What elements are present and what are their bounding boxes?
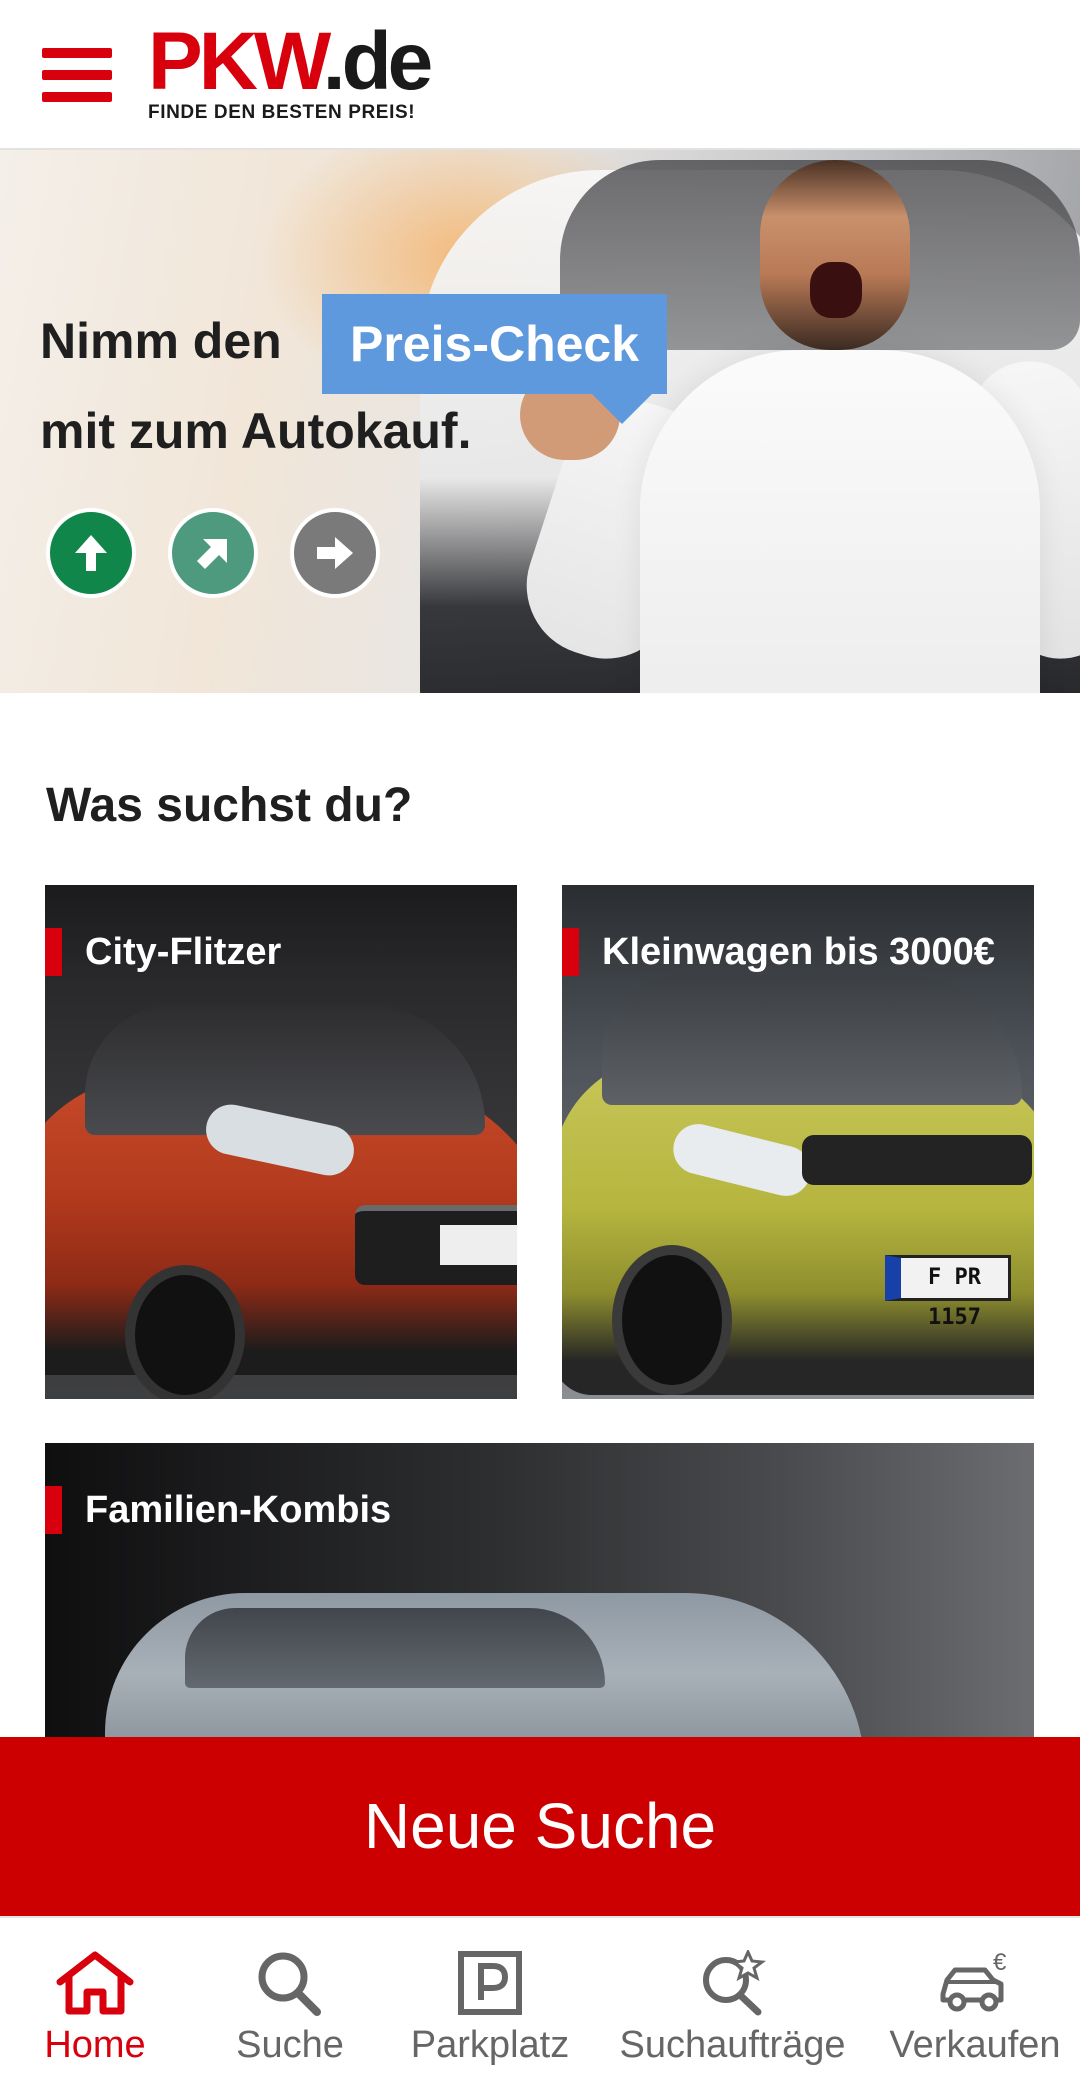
menu-bar	[42, 70, 112, 80]
car-windshield	[602, 975, 1022, 1105]
car-plate	[440, 1225, 517, 1265]
badge-speech-tail	[592, 394, 652, 424]
app-header: PKW.de FINDE DEN BESTEN PREIS!	[0, 0, 1080, 150]
pkw-logo[interactable]: PKW.de FINDE DEN BESTEN PREIS!	[148, 21, 433, 124]
category-card-familien-kombis[interactable]: Familien-Kombis	[45, 1443, 1034, 1737]
hero-banner[interactable]: Nimm den Preis-Check mit zum Autokauf.	[0, 150, 1080, 693]
nav-label: Suche	[236, 2024, 344, 2066]
car-wheel	[125, 1265, 245, 1399]
category-label: Familien-Kombis	[85, 1489, 392, 1531]
nav-label: Verkaufen	[889, 2024, 1061, 2066]
card-accent-bar	[562, 928, 579, 976]
menu-bar	[42, 92, 112, 102]
menu-bar	[42, 48, 112, 58]
section-title: Was suchst du?	[46, 779, 413, 832]
home-icon	[56, 1951, 134, 2015]
hero-person-mouth	[810, 262, 862, 318]
nav-label: Suchaufträge	[619, 2024, 846, 2066]
saved-search-star-icon	[702, 1950, 766, 2016]
logo-wordmark: PKW.de	[148, 21, 433, 103]
hamburger-menu-icon[interactable]	[42, 48, 112, 102]
logo-brand: PKW	[148, 16, 327, 107]
arrow-up-icon	[46, 508, 136, 598]
arrow-right-icon	[290, 508, 380, 598]
nav-item-home[interactable]: Home	[20, 1918, 170, 2097]
category-label: Kleinwagen bis 3000€	[602, 931, 995, 973]
bottom-navigation: Home Suche Parkplatz Suchaufträge € Verk…	[0, 1916, 1080, 2097]
search-icon	[258, 1952, 321, 2016]
car-windows	[185, 1608, 605, 1688]
category-card-kleinwagen[interactable]: F PR 1157 Kleinwagen bis 3000€	[562, 885, 1034, 1399]
arrow-up-right-icon	[168, 508, 258, 598]
hero-headline-line1: Nimm den	[40, 313, 282, 369]
car-grille	[802, 1135, 1032, 1185]
category-card-city-flitzer[interactable]: City-Flitzer	[45, 885, 517, 1399]
car-euro-icon: €	[940, 1950, 1007, 2012]
nav-item-suchauftraege[interactable]: Suchaufträge	[605, 1918, 860, 2097]
logo-tld: .de	[322, 16, 434, 107]
nav-label: Home	[44, 2024, 146, 2066]
logo-tagline: FINDE DEN BESTEN PREIS!	[148, 102, 416, 123]
svg-text:€: €	[993, 1950, 1007, 1976]
nav-item-verkaufen[interactable]: € Verkaufen	[875, 1918, 1075, 2097]
card-accent-bar	[45, 1486, 62, 1534]
card-accent-bar	[45, 928, 62, 976]
parking-icon	[458, 1951, 522, 2015]
car-wheel	[612, 1245, 732, 1395]
hero-person-image	[640, 350, 1040, 693]
license-plate: F PR 1157	[885, 1255, 1011, 1330]
hero-headline-line2: mit zum Autokauf.	[40, 403, 472, 459]
category-label: City-Flitzer	[85, 931, 282, 973]
new-search-button[interactable]: Neue Suche	[0, 1737, 1080, 1916]
nav-item-suche[interactable]: Suche	[215, 1918, 365, 2097]
nav-item-parkplatz[interactable]: Parkplatz	[395, 1918, 585, 2097]
preis-check-badge: Preis-Check	[322, 294, 668, 394]
hero-person-head	[760, 160, 910, 350]
nav-label: Parkplatz	[410, 2024, 570, 2066]
